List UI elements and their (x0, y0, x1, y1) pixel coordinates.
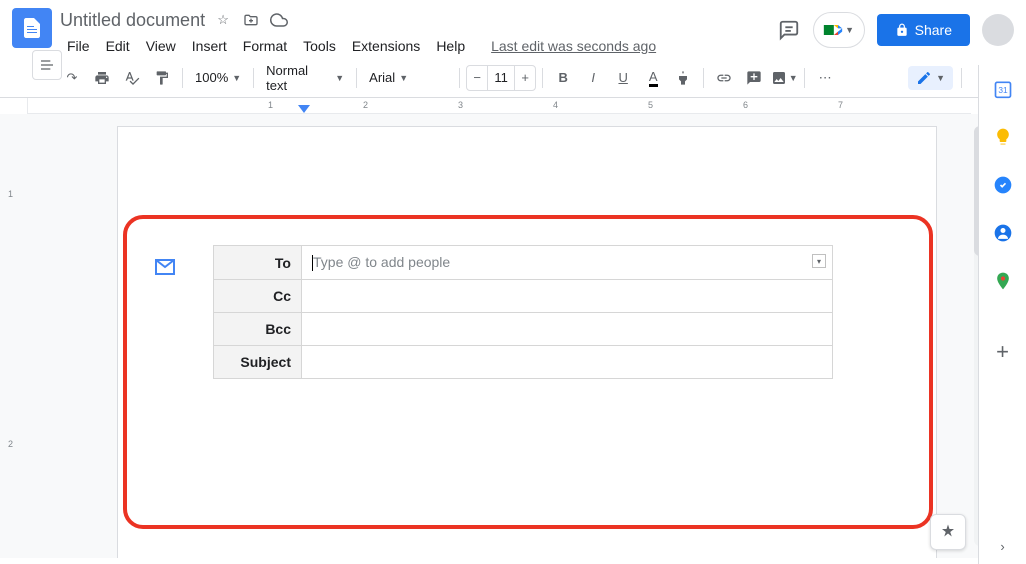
email-to-dropdown-icon[interactable]: ▾ (812, 254, 826, 268)
text-color-button[interactable]: A (639, 64, 667, 92)
email-to-input[interactable] (313, 254, 798, 270)
menu-tools[interactable]: Tools (296, 34, 343, 58)
keep-icon[interactable] (993, 127, 1013, 147)
contacts-icon[interactable] (993, 223, 1013, 243)
outline-toggle-button[interactable] (32, 50, 62, 80)
email-cc-input[interactable] (312, 288, 797, 304)
font-size-group: − 11 + (466, 65, 536, 91)
add-addon-button[interactable]: + (996, 339, 1009, 365)
font-size-value[interactable]: 11 (487, 66, 515, 90)
menu-extensions[interactable]: Extensions (345, 34, 427, 58)
print-button[interactable] (88, 64, 116, 92)
email-bcc-input[interactable] (312, 321, 797, 337)
maps-icon[interactable] (993, 271, 1013, 291)
highlight-button[interactable] (669, 64, 697, 92)
menu-file[interactable]: File (60, 34, 97, 58)
insert-image-button[interactable]: ▼ (770, 64, 798, 92)
account-avatar[interactable] (982, 14, 1014, 46)
insert-link-button[interactable] (710, 64, 738, 92)
font-select[interactable]: Arial▼ (363, 66, 453, 89)
tasks-icon[interactable] (993, 175, 1013, 195)
style-select[interactable]: Normal text▼ (260, 59, 350, 97)
email-subject-cell[interactable] (302, 346, 833, 379)
menu-bar: File Edit View Insert Format Tools Exten… (60, 34, 777, 58)
vertical-ruler[interactable]: 12 (0, 114, 28, 558)
move-icon[interactable] (241, 10, 261, 30)
menu-help[interactable]: Help (429, 34, 472, 58)
menu-insert[interactable]: Insert (185, 34, 234, 58)
calendar-icon[interactable]: 31 (993, 79, 1013, 99)
italic-button[interactable]: I (579, 64, 607, 92)
font-size-increase[interactable]: + (515, 66, 535, 90)
doc-title[interactable]: Untitled document (60, 10, 205, 31)
explore-button[interactable] (930, 514, 966, 550)
email-to-cell[interactable]: ▾ (302, 246, 833, 280)
email-subject-label: Subject (214, 346, 302, 379)
meet-button[interactable]: ▼ (813, 12, 865, 48)
comment-history-icon[interactable] (777, 18, 801, 42)
spellcheck-button[interactable] (118, 64, 146, 92)
font-size-decrease[interactable]: − (467, 66, 487, 90)
zoom-select[interactable]: 100%▼ (189, 66, 247, 89)
document-page[interactable]: To ▾ CcBccSubject (117, 126, 937, 558)
menu-format[interactable]: Format (236, 34, 294, 58)
menu-edit[interactable]: Edit (99, 34, 137, 58)
add-comment-button[interactable] (740, 64, 768, 92)
share-label: Share (915, 22, 952, 38)
chevron-down-icon: ▼ (845, 25, 854, 35)
redo-button[interactable]: ↷ (58, 64, 86, 92)
email-cc-label: Cc (214, 280, 302, 313)
cloud-status-icon[interactable] (269, 10, 289, 30)
email-cc-cell[interactable] (302, 280, 833, 313)
docs-logo[interactable] (12, 8, 52, 48)
email-draft-block[interactable]: To ▾ CcBccSubject (153, 245, 913, 379)
email-bcc-cell[interactable] (302, 313, 833, 346)
more-button[interactable]: ⋯ (811, 64, 839, 92)
underline-button[interactable]: U (609, 64, 637, 92)
paint-format-button[interactable] (148, 64, 176, 92)
toolbar: ↶ ↷ 100%▼ Normal text▼ Arial▼ − 11 + B I… (0, 58, 1026, 98)
share-button[interactable]: Share (877, 14, 970, 46)
hide-side-panel-button[interactable]: › (1000, 539, 1004, 554)
side-panel: 31 + › (978, 65, 1026, 564)
menu-view[interactable]: View (139, 34, 183, 58)
gmail-icon[interactable] (153, 255, 177, 279)
email-to-label: To (214, 246, 302, 280)
editing-mode-button[interactable]: ▼ (908, 66, 953, 90)
email-subject-input[interactable] (312, 354, 797, 370)
bold-button[interactable]: B (549, 64, 577, 92)
star-icon[interactable]: ☆ (213, 10, 233, 30)
email-bcc-label: Bcc (214, 313, 302, 346)
last-edit-link[interactable]: Last edit was seconds ago (484, 34, 663, 58)
svg-text:31: 31 (998, 85, 1008, 95)
horizontal-ruler[interactable]: 1234567 (28, 98, 971, 114)
